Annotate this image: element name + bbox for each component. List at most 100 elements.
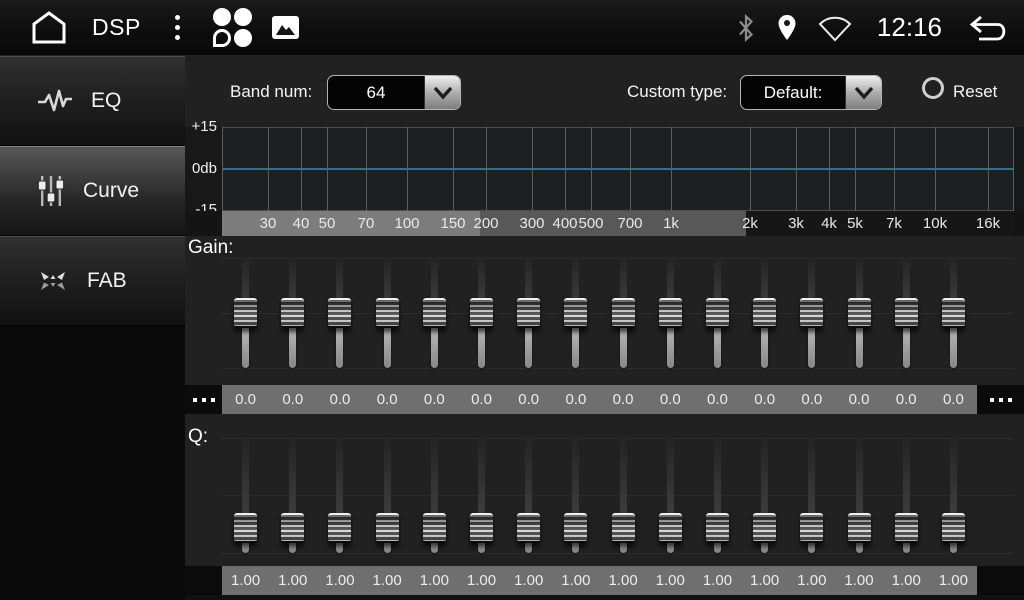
q-slider-knob[interactable] bbox=[612, 513, 635, 543]
q-value: 1.00 bbox=[269, 566, 316, 595]
gain-slider[interactable] bbox=[788, 236, 835, 385]
chevron-down-icon[interactable] bbox=[424, 76, 460, 109]
sidebar-item-curve[interactable]: Curve bbox=[0, 146, 185, 236]
gain-slider-knob[interactable] bbox=[564, 298, 587, 328]
gain-slider-knob[interactable] bbox=[942, 298, 965, 328]
eq-curve-graph: +15 0db -15 bbox=[185, 127, 1024, 211]
zero-db-line bbox=[222, 168, 1014, 170]
q-slider-knob[interactable] bbox=[234, 513, 257, 543]
gain-slider[interactable] bbox=[647, 236, 694, 385]
q-slider-knob[interactable] bbox=[281, 513, 304, 543]
gain-slider-knob[interactable] bbox=[659, 298, 682, 328]
q-slider[interactable] bbox=[883, 414, 930, 566]
q-slider[interactable] bbox=[505, 414, 552, 566]
q-slider-knob[interactable] bbox=[848, 513, 871, 543]
gain-scroll-left-button[interactable] bbox=[185, 385, 222, 414]
gain-slider-knob[interactable] bbox=[281, 298, 304, 328]
gain-slider[interactable] bbox=[364, 236, 411, 385]
q-slider-knob[interactable] bbox=[328, 513, 351, 543]
gain-slider[interactable] bbox=[222, 236, 269, 385]
q-slider-knob[interactable] bbox=[895, 513, 918, 543]
freq-tick-label: 700 bbox=[617, 211, 642, 236]
gain-slider-knob[interactable] bbox=[517, 298, 540, 328]
q-slider-knob[interactable] bbox=[659, 513, 682, 543]
q-slider[interactable] bbox=[411, 414, 458, 566]
q-slider[interactable] bbox=[316, 414, 363, 566]
q-slider-knob[interactable] bbox=[753, 513, 776, 543]
gain-slider[interactable] bbox=[883, 236, 930, 385]
q-slider[interactable] bbox=[930, 414, 977, 566]
q-slider-knob[interactable] bbox=[706, 513, 729, 543]
gain-slider-knob[interactable] bbox=[895, 298, 918, 328]
gain-slider-knob[interactable] bbox=[470, 298, 493, 328]
band-num-value: 64 bbox=[328, 76, 424, 109]
gain-slider-knob[interactable] bbox=[376, 298, 399, 328]
reset-radio[interactable] bbox=[922, 77, 944, 99]
bluetooth-icon bbox=[735, 13, 757, 43]
gain-slider[interactable] bbox=[694, 236, 741, 385]
gain-slider[interactable] bbox=[505, 236, 552, 385]
gallery-icon[interactable] bbox=[269, 7, 303, 49]
sidebar-item-label: FAB bbox=[87, 269, 127, 293]
gain-slider[interactable] bbox=[316, 236, 363, 385]
q-slider[interactable] bbox=[835, 414, 882, 566]
custom-type-dropdown[interactable]: Default: bbox=[740, 75, 882, 110]
gain-slider[interactable] bbox=[741, 236, 788, 385]
q-slider-knob[interactable] bbox=[376, 513, 399, 543]
gain-slider[interactable] bbox=[411, 236, 458, 385]
apps-petal-outline bbox=[213, 29, 231, 47]
chevron-down-icon[interactable] bbox=[845, 76, 881, 109]
gain-slider[interactable] bbox=[835, 236, 882, 385]
gain-slider[interactable] bbox=[552, 236, 599, 385]
gain-slider-knob[interactable] bbox=[423, 298, 446, 328]
q-slider-knob[interactable] bbox=[800, 513, 823, 543]
q-slider-knob[interactable] bbox=[942, 513, 965, 543]
back-icon[interactable] bbox=[966, 12, 1010, 44]
q-slider-knob[interactable] bbox=[470, 513, 493, 543]
apps-icon[interactable] bbox=[211, 7, 255, 49]
gain-slider-knob[interactable] bbox=[800, 298, 823, 328]
freq-tick-label: 150 bbox=[440, 211, 465, 236]
q-slider-knob[interactable] bbox=[423, 513, 446, 543]
q-slider[interactable] bbox=[458, 414, 505, 566]
home-icon[interactable] bbox=[26, 9, 72, 47]
q-slider-knob[interactable] bbox=[517, 513, 540, 543]
frequency-axis: 304050701001502003004005007001k2k3k4k5k7… bbox=[185, 211, 1024, 236]
gain-slider-knob[interactable] bbox=[753, 298, 776, 328]
gain-slider[interactable] bbox=[930, 236, 977, 385]
q-value: 1.00 bbox=[458, 566, 505, 595]
gain-slider[interactable] bbox=[458, 236, 505, 385]
q-slider[interactable] bbox=[364, 414, 411, 566]
grid-line bbox=[935, 127, 936, 211]
gain-value: 0.0 bbox=[741, 385, 788, 414]
grid-line bbox=[829, 127, 830, 211]
gain-scroll-right-button[interactable] bbox=[977, 385, 1024, 414]
band-num-label: Band num: bbox=[230, 82, 312, 102]
gain-slider[interactable] bbox=[269, 236, 316, 385]
q-label: Q: bbox=[188, 426, 208, 448]
grid-line bbox=[327, 127, 328, 211]
clock: 12:16 bbox=[877, 12, 942, 43]
q-slider[interactable] bbox=[788, 414, 835, 566]
gain-slider-knob[interactable] bbox=[328, 298, 351, 328]
grid-line bbox=[268, 127, 269, 211]
gain-slider-knob[interactable] bbox=[612, 298, 635, 328]
gain-slider[interactable] bbox=[600, 236, 647, 385]
gain-slider-knob[interactable] bbox=[234, 298, 257, 328]
q-slider[interactable] bbox=[552, 414, 599, 566]
q-slider[interactable] bbox=[647, 414, 694, 566]
kebab-menu-icon[interactable] bbox=[165, 11, 191, 45]
q-slider[interactable] bbox=[222, 414, 269, 566]
freq-tick-label: 16k bbox=[976, 211, 1000, 236]
q-slider[interactable] bbox=[269, 414, 316, 566]
sidebar-item-eq[interactable]: EQ bbox=[0, 56, 185, 146]
gain-slider-knob[interactable] bbox=[706, 298, 729, 328]
sidebar-item-fab[interactable]: FAB bbox=[0, 236, 185, 326]
q-slider[interactable] bbox=[600, 414, 647, 566]
q-slider-knob[interactable] bbox=[564, 513, 587, 543]
q-slider[interactable] bbox=[741, 414, 788, 566]
freq-tick-label: 400 bbox=[552, 211, 577, 236]
gain-slider-knob[interactable] bbox=[848, 298, 871, 328]
q-slider[interactable] bbox=[694, 414, 741, 566]
band-num-dropdown[interactable]: 64 bbox=[327, 75, 461, 110]
